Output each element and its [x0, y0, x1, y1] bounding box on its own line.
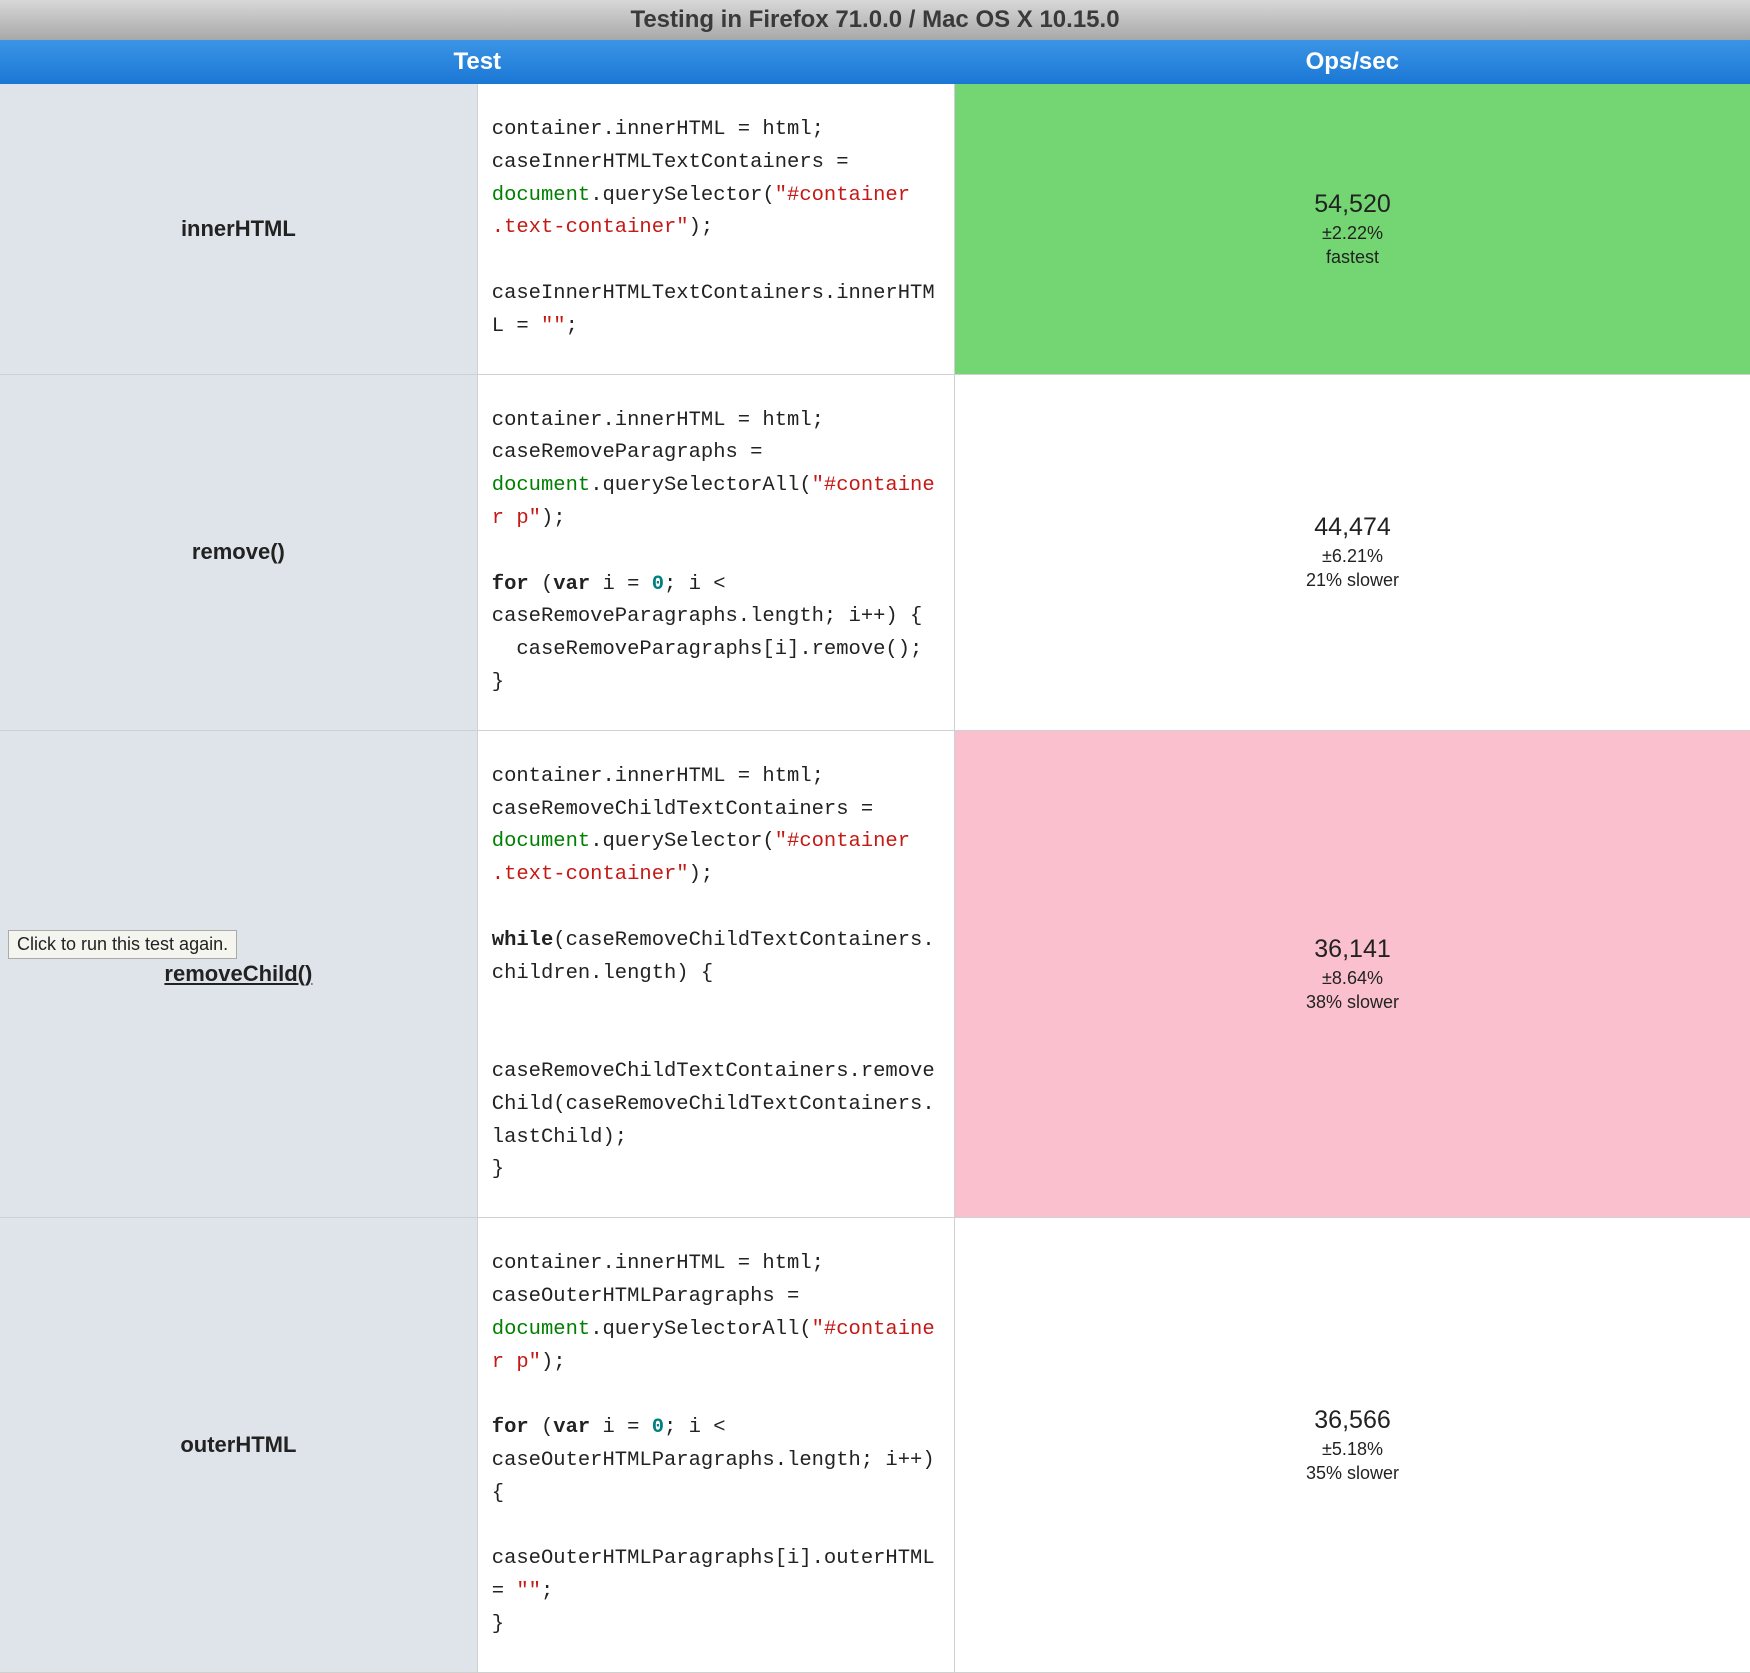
- tooltip: Click to run this test again.: [8, 930, 237, 959]
- ops-cell: 44,474 ±6.21% 21% slower: [955, 374, 1750, 730]
- test-name-cell[interactable]: Click to run this test again.removeChild…: [0, 730, 477, 1217]
- test-name-link[interactable]: removeChild(): [164, 961, 312, 986]
- code-token: .querySelectorAll(: [590, 474, 811, 497]
- code-token: "": [516, 1580, 541, 1603]
- code-token: var: [553, 1416, 590, 1439]
- results-table: Test Ops/sec innerHTML container.innerHTM…: [0, 40, 1750, 1673]
- ops-rank: 35% slower: [961, 1463, 1744, 1484]
- code-token: .querySelector(: [590, 184, 775, 207]
- window-title: Testing in Firefox 71.0.0 / Mac OS X 10.…: [0, 0, 1750, 40]
- code-token: .querySelector(: [590, 830, 775, 853]
- code-token: container.innerHTML = html; caseRemovePa…: [492, 409, 824, 465]
- code-token: );: [689, 863, 714, 886]
- ops-value: 44,474: [961, 513, 1744, 542]
- code-token: document: [492, 830, 590, 853]
- code-token: (: [529, 573, 554, 596]
- test-name-cell[interactable]: remove(): [0, 374, 477, 730]
- ops-rank: fastest: [961, 247, 1744, 268]
- code-token: container.innerHTML = html; caseRemoveCh…: [492, 765, 886, 821]
- code-token: for: [492, 1416, 529, 1439]
- table-row: innerHTML container.innerHTML = html; cas…: [0, 84, 1750, 374]
- code-token: container.innerHTML = html; caseInnerHTM…: [492, 118, 861, 174]
- code-token: document: [492, 184, 590, 207]
- code-token: );: [541, 1351, 566, 1374]
- code-token: container.innerHTML = html; caseOuterHTM…: [492, 1252, 824, 1308]
- code-block: container.innerHTML = html; caseRemoveCh…: [492, 761, 940, 1187]
- table-row: Click to run this test again.removeChild…: [0, 730, 1750, 1217]
- ops-value: 54,520: [961, 190, 1744, 219]
- ops-value: 36,141: [961, 935, 1744, 964]
- code-cell: container.innerHTML = html; caseOuterHTM…: [477, 1218, 954, 1673]
- code-token: while: [492, 929, 554, 952]
- table-header-row: Test Ops/sec: [0, 40, 1750, 84]
- test-name-label: remove(): [192, 539, 285, 564]
- code-token: (caseRemoveChildTextContainers.children.…: [492, 929, 935, 1182]
- code-token: .querySelectorAll(: [590, 1318, 811, 1341]
- test-name-cell[interactable]: outerHTML: [0, 1218, 477, 1673]
- ops-rank: 21% slower: [961, 570, 1744, 591]
- code-token: document: [492, 474, 590, 497]
- ops-value: 36,566: [961, 1406, 1744, 1435]
- code-token: );: [541, 507, 566, 530]
- code-cell: container.innerHTML = html; caseRemovePa…: [477, 374, 954, 730]
- ops-error: ±2.22%: [961, 223, 1744, 244]
- code-token: i =: [590, 573, 652, 596]
- ops-cell: 36,566 ±5.18% 35% slower: [955, 1218, 1750, 1673]
- ops-error: ±5.18%: [961, 1439, 1744, 1460]
- code-token: document: [492, 1318, 590, 1341]
- header-ops: Ops/sec: [955, 40, 1750, 84]
- ops-error: ±8.64%: [961, 968, 1744, 989]
- code-block: container.innerHTML = html; caseRemovePa…: [492, 405, 940, 700]
- code-cell: container.innerHTML = html; caseInnerHTM…: [477, 84, 954, 374]
- code-token: 0: [652, 1416, 664, 1439]
- ops-rank: 38% slower: [961, 992, 1744, 1013]
- code-token: 0: [652, 573, 664, 596]
- code-token: var: [553, 573, 590, 596]
- code-cell: container.innerHTML = html; caseRemoveCh…: [477, 730, 954, 1217]
- code-token: "": [541, 315, 566, 338]
- ops-error: ±6.21%: [961, 546, 1744, 567]
- table-row: remove() container.innerHTML = html; case…: [0, 374, 1750, 730]
- code-token: ;: [566, 315, 578, 338]
- code-token: ; i < caseOuterHTMLParagraphs.length; i+…: [492, 1416, 947, 1603]
- code-token: (: [529, 1416, 554, 1439]
- header-test: Test: [0, 40, 955, 84]
- code-block: container.innerHTML = html; caseInnerHTM…: [492, 114, 940, 344]
- ops-cell: 54,520 ±2.22% fastest: [955, 84, 1750, 374]
- test-name-label: innerHTML: [181, 216, 296, 241]
- code-block: container.innerHTML = html; caseOuterHTM…: [492, 1248, 940, 1642]
- ops-cell: 36,141 ±8.64% 38% slower: [955, 730, 1750, 1217]
- test-name-label: outerHTML: [180, 1432, 296, 1457]
- code-token: i =: [590, 1416, 652, 1439]
- table-row: outerHTML container.innerHTML = html; cas…: [0, 1218, 1750, 1673]
- code-token: for: [492, 573, 529, 596]
- test-name-cell[interactable]: innerHTML: [0, 84, 477, 374]
